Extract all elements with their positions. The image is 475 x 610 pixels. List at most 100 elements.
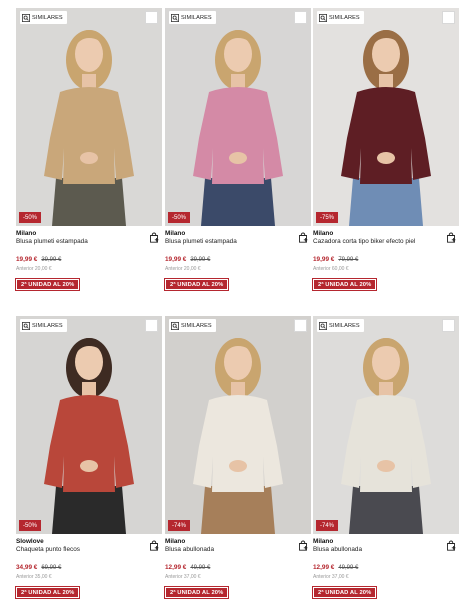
product-brand[interactable]: Milano <box>165 230 311 238</box>
similar-button[interactable]: SIMILARES <box>317 11 364 24</box>
previous-price: Anterior 20,00 € <box>165 266 201 272</box>
price-row: 19,99 € 79,99 € <box>313 256 459 263</box>
product-photo <box>16 8 162 226</box>
current-price: 12,99 € <box>313 564 335 571</box>
promo-badge[interactable]: 2ª UNIDAD AL 20% <box>311 586 378 599</box>
similar-button[interactable]: SIMILARES <box>20 11 67 24</box>
product-info: Slowlove Chaqueta punto flecos 34,99 € 6… <box>14 534 162 609</box>
product-photo <box>165 316 311 534</box>
similar-button[interactable]: SIMILARES <box>317 319 364 332</box>
previous-price: Anterior 20,00 € <box>16 266 52 272</box>
discount-badge: -75% <box>316 212 339 223</box>
promo-badge[interactable]: 2ª UNIDAD AL 20% <box>163 586 230 599</box>
product-photo <box>16 316 162 534</box>
promo-badge[interactable]: 2ª UNIDAD AL 20% <box>14 586 81 599</box>
price-row: 12,99 € 49,99 € <box>165 564 311 571</box>
add-to-bag-icon[interactable] <box>446 232 456 243</box>
product-brand[interactable]: Slowlove <box>16 538 162 546</box>
discount-badge: -74% <box>168 520 191 531</box>
product-photo <box>313 316 459 534</box>
product-name[interactable]: Blusa abullonada <box>165 546 311 554</box>
discount-badge: -74% <box>316 520 339 531</box>
product-image[interactable]: SIMILARES -50% <box>16 316 162 534</box>
current-price: 19,99 € <box>165 256 187 263</box>
product-card[interactable]: SIMILARES -50% Slowlove Chaqueta punto f… <box>14 316 162 609</box>
promo-badge[interactable]: 2ª UNIDAD AL 20% <box>14 278 81 291</box>
similar-label: SIMILARES <box>32 322 63 329</box>
select-checkbox[interactable] <box>294 11 307 24</box>
add-to-bag-icon[interactable] <box>298 232 308 243</box>
product-brand[interactable]: Milano <box>165 538 311 546</box>
product-card[interactable]: SIMILARES -75% Milano Cazadora corta tip… <box>311 8 459 301</box>
discount-badge: -50% <box>19 520 42 531</box>
similar-search-icon <box>22 321 30 330</box>
select-checkbox[interactable] <box>294 319 307 332</box>
similar-search-icon <box>319 321 327 330</box>
similar-label: SIMILARES <box>329 322 360 329</box>
previous-price: Anterior 60,00 € <box>313 266 349 272</box>
product-info: Milano Blusa plumeti estampada 19,99 € 3… <box>163 226 311 301</box>
similar-search-icon <box>171 321 179 330</box>
current-price: 34,99 € <box>16 564 38 571</box>
select-checkbox[interactable] <box>442 11 455 24</box>
original-price: 39,99 € <box>190 257 211 263</box>
similar-label: SIMILARES <box>181 14 212 21</box>
product-card[interactable]: SIMILARES -50% Milano Blusa plumeti esta… <box>14 8 162 301</box>
add-to-bag-icon[interactable] <box>446 540 456 551</box>
similar-search-icon <box>319 13 327 22</box>
select-checkbox[interactable] <box>442 319 455 332</box>
product-info: Milano Blusa abullonada 12,99 € 49,99 € … <box>311 534 459 609</box>
original-price: 49,99 € <box>338 565 359 571</box>
price-row: 19,99 € 39,99 € <box>16 256 162 263</box>
product-name[interactable]: Blusa plumeti estampada <box>16 238 162 246</box>
similar-label: SIMILARES <box>32 14 63 21</box>
original-price: 39,99 € <box>41 257 62 263</box>
similar-label: SIMILARES <box>329 14 360 21</box>
product-photo <box>165 8 311 226</box>
current-price: 19,99 € <box>313 256 335 263</box>
similar-search-icon <box>22 13 30 22</box>
product-brand[interactable]: Milano <box>16 230 162 238</box>
discount-badge: -50% <box>168 212 191 223</box>
price-row: 19,99 € 39,99 € <box>165 256 311 263</box>
product-image[interactable]: SIMILARES -74% <box>165 316 311 534</box>
promo-badge[interactable]: 2ª UNIDAD AL 20% <box>163 278 230 291</box>
product-photo <box>313 8 459 226</box>
product-name[interactable]: Cazadora corta tipo biker efecto piel <box>313 238 459 246</box>
product-info: Milano Blusa plumeti estampada 19,99 € 3… <box>14 226 162 301</box>
product-name[interactable]: Chaqueta punto flecos <box>16 546 162 554</box>
select-checkbox[interactable] <box>145 11 158 24</box>
promo-badge[interactable]: 2ª UNIDAD AL 20% <box>311 278 378 291</box>
similar-button[interactable]: SIMILARES <box>169 11 216 24</box>
original-price: 69,99 € <box>41 565 62 571</box>
similar-button[interactable]: SIMILARES <box>20 319 67 332</box>
similar-label: SIMILARES <box>181 322 212 329</box>
current-price: 19,99 € <box>16 256 38 263</box>
product-image[interactable]: SIMILARES -50% <box>165 8 311 226</box>
product-brand[interactable]: Milano <box>313 538 459 546</box>
similar-search-icon <box>171 13 179 22</box>
product-image[interactable]: SIMILARES -74% <box>313 316 459 534</box>
previous-price: Anterior 37,00 € <box>165 574 201 580</box>
current-price: 12,99 € <box>165 564 187 571</box>
add-to-bag-icon[interactable] <box>298 540 308 551</box>
select-checkbox[interactable] <box>145 319 158 332</box>
add-to-bag-icon[interactable] <box>149 232 159 243</box>
product-card[interactable]: SIMILARES -74% Milano Blusa abullonada 1… <box>163 316 311 609</box>
add-to-bag-icon[interactable] <box>149 540 159 551</box>
similar-button[interactable]: SIMILARES <box>169 319 216 332</box>
product-info: Milano Blusa abullonada 12,99 € 49,99 € … <box>163 534 311 609</box>
previous-price: Anterior 35,00 € <box>16 574 52 580</box>
product-name[interactable]: Blusa abullonada <box>313 546 459 554</box>
product-brand[interactable]: Milano <box>313 230 459 238</box>
previous-price: Anterior 37,00 € <box>313 574 349 580</box>
product-card[interactable]: SIMILARES -74% Milano Blusa abullonada 1… <box>311 316 459 609</box>
product-image[interactable]: SIMILARES -50% <box>16 8 162 226</box>
discount-badge: -50% <box>19 212 42 223</box>
original-price: 49,99 € <box>190 565 211 571</box>
product-card[interactable]: SIMILARES -50% Milano Blusa plumeti esta… <box>163 8 311 301</box>
product-image[interactable]: SIMILARES -75% <box>313 8 459 226</box>
product-name[interactable]: Blusa plumeti estampada <box>165 238 311 246</box>
original-price: 79,99 € <box>338 257 359 263</box>
price-row: 12,99 € 49,99 € <box>313 564 459 571</box>
